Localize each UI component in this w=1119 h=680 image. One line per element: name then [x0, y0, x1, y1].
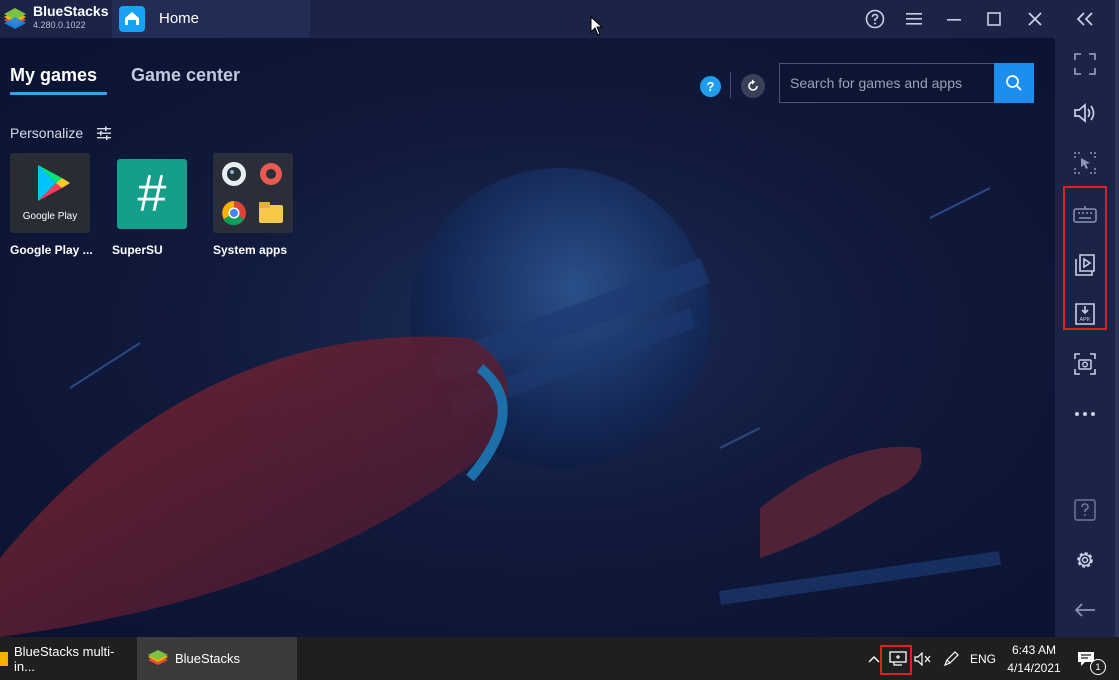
help-icon[interactable] [862, 6, 888, 32]
refresh-icon[interactable] [741, 74, 765, 98]
google-play-caption: Google Play [22, 211, 78, 222]
volume-icon[interactable] [1070, 98, 1100, 128]
search-input[interactable] [779, 63, 995, 103]
back-icon[interactable] [1070, 595, 1100, 625]
app-name: BlueStacks [33, 3, 109, 19]
supersu-icon[interactable]: # [117, 159, 187, 229]
tab-game-center[interactable]: Game center [131, 65, 240, 86]
muted-speaker-icon[interactable] [912, 637, 934, 680]
minimize-icon[interactable] [941, 6, 967, 32]
home-content [0, 38, 1055, 637]
menu-icon[interactable] [901, 6, 927, 32]
tab-my-games[interactable]: My games [10, 65, 97, 86]
maximize-icon[interactable] [981, 6, 1007, 32]
clock-time[interactable]: 6:43 AM [1008, 643, 1060, 657]
collapse-sidebar-icon[interactable] [1070, 4, 1100, 34]
settings-icon[interactable] [1070, 545, 1100, 575]
annotation-highlight [880, 645, 912, 675]
clock-date[interactable]: 4/14/2021 [1004, 661, 1064, 675]
app-label-google-play[interactable]: Google Play ... [10, 243, 93, 257]
taskbar-item-label: BlueStacks multi-in... [13, 643, 115, 674]
google-play-app[interactable]: Google Play [10, 153, 90, 233]
window-edge [1115, 0, 1119, 637]
language-indicator[interactable]: ENG [966, 637, 1000, 680]
app-version: 4.280.0.1022 [33, 20, 86, 30]
close-icon[interactable] [1022, 6, 1048, 32]
app-label-system-apps[interactable]: System apps [213, 243, 287, 257]
screenshot-icon[interactable] [1070, 349, 1100, 379]
active-tab-underline [10, 92, 107, 95]
divider [730, 72, 731, 98]
notification-count-badge: 1 [1090, 659, 1106, 675]
home-icon [119, 6, 145, 32]
pointer-icon[interactable] [1070, 148, 1100, 178]
more-icon[interactable] [1070, 399, 1100, 429]
mouse-cursor-icon [590, 16, 604, 36]
help-icon[interactable] [1070, 495, 1100, 525]
app-label-supersu[interactable]: SuperSU [112, 243, 163, 257]
annotation-highlight [1063, 186, 1107, 330]
fullscreen-icon[interactable] [1070, 49, 1100, 79]
system-apps-folder[interactable] [213, 153, 293, 233]
sliders-icon[interactable] [97, 126, 111, 140]
bluestacks-multi-instance-icon [0, 651, 8, 666]
bluestacks-logo [4, 8, 26, 29]
taskbar-item-multi-instance[interactable]: BlueStacks multi-in... [0, 637, 135, 680]
system-apps-icon [222, 162, 283, 226]
help-icon[interactable]: ? [700, 76, 721, 97]
bluestacks-taskbar-icon [148, 649, 168, 665]
search-icon[interactable] [994, 63, 1034, 103]
personalize-label[interactable]: Personalize [10, 125, 83, 141]
space-background-illustration [0, 168, 1001, 637]
pen-icon[interactable] [940, 637, 962, 680]
tab-home-label: Home [159, 10, 200, 27]
taskbar-item-bluestacks[interactable]: BlueStacks [137, 637, 297, 680]
taskbar-item-label: BlueStacks [175, 651, 241, 666]
